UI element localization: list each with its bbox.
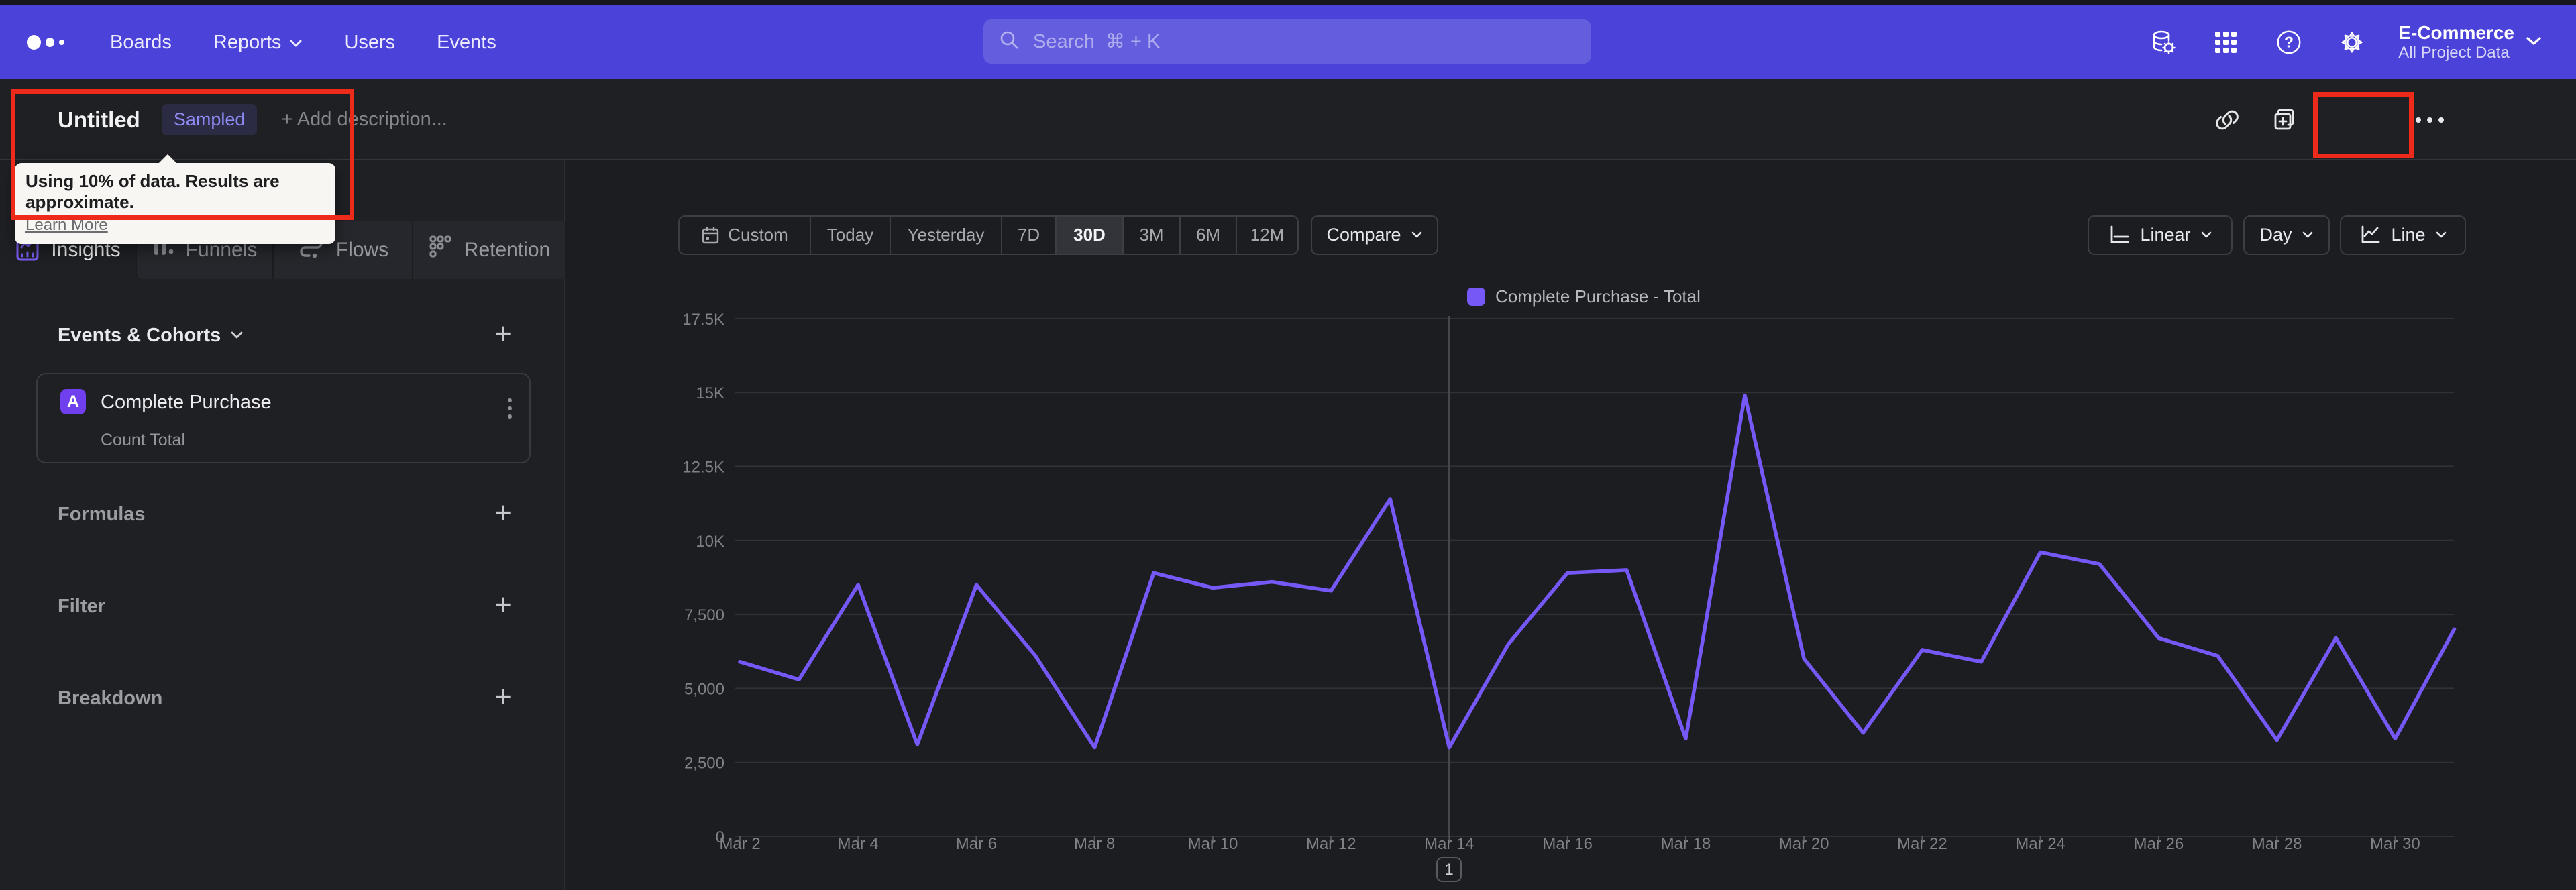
svg-text:Mar 2: Mar 2 xyxy=(719,835,760,853)
mixpanel-insights-screen: Boards Reports Users Events Search ⌘ + K… xyxy=(0,0,2576,890)
org-scope: All Project Data xyxy=(2398,44,2510,62)
section-label: Filter xyxy=(58,595,105,617)
top-nav-bar: Boards Reports Users Events Search ⌘ + K… xyxy=(0,5,2576,79)
svg-text:7,500: 7,500 xyxy=(684,606,724,624)
nav-item-events[interactable]: Events xyxy=(437,32,496,54)
add-to-board-icon[interactable] xyxy=(2269,79,2301,160)
svg-text:Mar 28: Mar 28 xyxy=(2252,835,2302,853)
nav-item-users[interactable]: Users xyxy=(344,32,395,54)
org-name: E-Commerce xyxy=(2398,22,2514,44)
svg-text:Mar 16: Mar 16 xyxy=(1542,835,1593,853)
event-name[interactable]: Complete Purchase xyxy=(101,392,272,414)
svg-text:Mar 18: Mar 18 xyxy=(1661,835,1711,853)
add-description-button[interactable]: + Add description... xyxy=(281,109,447,131)
global-search[interactable] xyxy=(983,19,1591,64)
svg-text:2,500: 2,500 xyxy=(684,755,724,773)
svg-text:12.5K: 12.5K xyxy=(682,459,724,477)
line-chart[interactable]: 02,5005,0007,50010K12.5K15K17.5KMar 2 Mar… xyxy=(565,160,2576,890)
svg-text:Mar 4: Mar 4 xyxy=(838,835,879,853)
help-icon[interactable]: ? xyxy=(2275,28,2303,56)
section-label: Breakdown xyxy=(58,687,163,709)
event-card[interactable]: A Complete Purchase Count Total xyxy=(36,373,531,463)
report-title[interactable]: Untitled xyxy=(58,107,140,133)
svg-text:Mar 10: Mar 10 xyxy=(1188,835,1238,853)
search-icon xyxy=(998,29,1021,55)
svg-text:5,000: 5,000 xyxy=(684,680,724,698)
svg-text:17.5K: 17.5K xyxy=(682,311,724,329)
chevron-down-icon xyxy=(231,331,243,339)
project-switcher[interactable]: E-Commerce All Project Data xyxy=(2398,22,2514,62)
body: Insights Funnels Flows Retention Events & C… xyxy=(0,160,2576,890)
svg-text:15K: 15K xyxy=(696,384,724,402)
svg-text:Mar 14: Mar 14 xyxy=(1424,835,1474,853)
sampling-tooltip: Using 10% of data. Results are approxima… xyxy=(15,163,335,245)
chevron-down-icon xyxy=(290,40,302,46)
svg-text:Mar 12: Mar 12 xyxy=(1306,835,1356,853)
svg-text:Mar 22: Mar 22 xyxy=(1897,835,1947,853)
add-filter-button[interactable]: + xyxy=(487,588,519,622)
query-builder-sidebar: Insights Funnels Flows Retention Events & C… xyxy=(0,160,565,890)
data-management-icon[interactable] xyxy=(2149,28,2177,56)
svg-text:Mar 24: Mar 24 xyxy=(2015,835,2065,853)
chevron-down-icon xyxy=(2525,35,2542,50)
apps-grid-icon[interactable] xyxy=(2212,28,2240,56)
more-options-button[interactable] xyxy=(2412,79,2447,160)
mixpanel-logo-icon[interactable] xyxy=(27,35,64,50)
section-row-formulas: Formulas + xyxy=(0,496,565,529)
settings-gear-icon[interactable] xyxy=(2338,28,2366,56)
tooltip-message: Using 10% of data. Results are approxima… xyxy=(25,171,280,213)
event-metric[interactable]: Count Total xyxy=(101,431,185,450)
events-cohorts-header[interactable]: Events & Cohorts xyxy=(58,321,244,350)
section-row-filter: Filter + xyxy=(0,588,565,621)
nav-item-reports[interactable]: Reports xyxy=(213,32,303,54)
section-label: Formulas xyxy=(58,503,146,525)
svg-text:Mar 26: Mar 26 xyxy=(2134,835,2184,853)
search-input[interactable] xyxy=(1033,30,1570,53)
nav-item-boards[interactable]: Boards xyxy=(110,32,172,54)
annotation-marker-1[interactable]: 1 xyxy=(1436,857,1462,882)
svg-text:Mar 20: Mar 20 xyxy=(1779,835,1829,853)
tab-retention[interactable]: Retention xyxy=(412,221,565,279)
svg-text:10K: 10K xyxy=(696,533,724,551)
sampled-badge[interactable]: Sampled xyxy=(161,104,258,135)
retention-icon xyxy=(428,234,453,266)
nav-right-group: ? E-Commerce All Project Data xyxy=(2114,5,2542,79)
svg-text:?: ? xyxy=(2284,34,2294,51)
title-row: Untitled Sampled + Add description... xyxy=(58,79,447,160)
report-header-bar: Untitled Sampled + Add description... xyxy=(0,79,2576,223)
copy-link-icon[interactable] xyxy=(2212,79,2242,160)
svg-text:Mar 8: Mar 8 xyxy=(1074,835,1115,853)
section-row-breakdown: Breakdown + xyxy=(0,680,565,713)
event-letter-badge: A xyxy=(60,389,86,414)
window-top-strip xyxy=(0,0,2576,5)
svg-text:Mar 6: Mar 6 xyxy=(956,835,997,853)
chart-panel: Custom Today Yesterday 7D 30D 3M 6M 12M Compare… xyxy=(565,160,2576,890)
nav-left-group: Boards Reports Users Events xyxy=(27,5,496,79)
learn-more-link[interactable]: Learn More xyxy=(25,216,108,235)
nav-items: Boards Reports Users Events xyxy=(110,32,496,54)
add-formulas-button[interactable]: + xyxy=(487,496,519,531)
svg-text:Mar 30: Mar 30 xyxy=(2370,835,2420,853)
add-event-button[interactable]: + xyxy=(487,317,519,351)
events-cohorts-row: Events & Cohorts + xyxy=(0,317,565,350)
add-breakdown-button[interactable]: + xyxy=(487,679,519,714)
event-kebab-menu[interactable] xyxy=(508,398,512,419)
